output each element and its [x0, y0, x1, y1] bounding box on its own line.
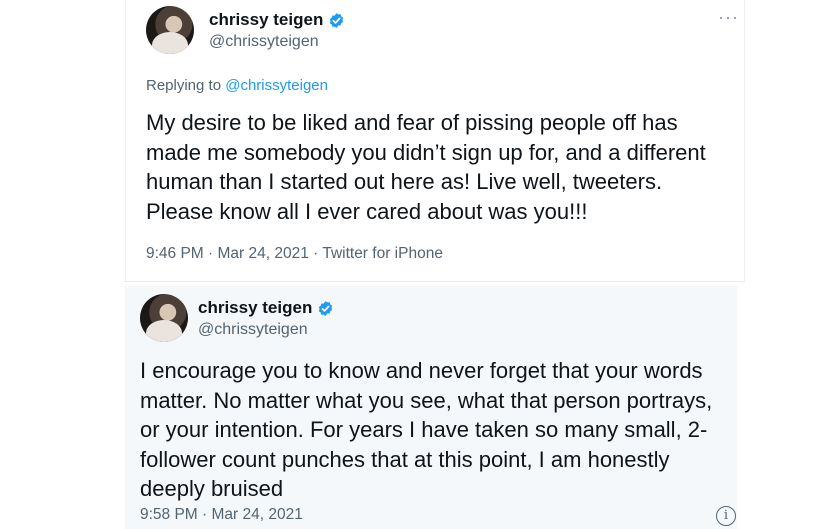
replying-to-link[interactable]: @chrissyteigen: [225, 77, 328, 94]
tweet-timestamp[interactable]: 9:46 PM · Mar 24, 2021 · Twitter for iPh…: [146, 245, 443, 263]
info-icon[interactable]: i: [716, 506, 736, 526]
author-row: chrissy teigen: [209, 10, 345, 30]
tweet-card-1: chrissy teigen @chrissyteigen ··· Replyi…: [125, 0, 745, 282]
replying-prefix: Replying to: [146, 77, 226, 94]
replying-to-line: Replying to @chrissyteigen: [146, 77, 328, 94]
verified-badge-icon: [330, 12, 344, 28]
tweet-text: I encourage you to know and never forget…: [140, 358, 713, 501]
verified-badge-icon: [319, 300, 333, 316]
author-handle[interactable]: @chrissyteigen: [198, 321, 308, 339]
author-name[interactable]: chrissy teigen: [209, 10, 323, 30]
author-row: chrissy teigen: [198, 298, 334, 318]
avatar[interactable]: [140, 294, 188, 342]
avatar[interactable]: [146, 6, 194, 54]
tweet-card-2: chrissy teigen @chrissyteigen I encourag…: [125, 286, 737, 529]
author-name[interactable]: chrissy teigen: [198, 298, 312, 318]
tweet-text: My desire to be liked and fear of pissin…: [146, 110, 706, 224]
more-horizontal-icon[interactable]: ···: [718, 8, 739, 26]
author-handle[interactable]: @chrissyteigen: [209, 33, 319, 51]
tweet-timestamp[interactable]: 9:58 PM · Mar 24, 2021: [140, 506, 303, 524]
